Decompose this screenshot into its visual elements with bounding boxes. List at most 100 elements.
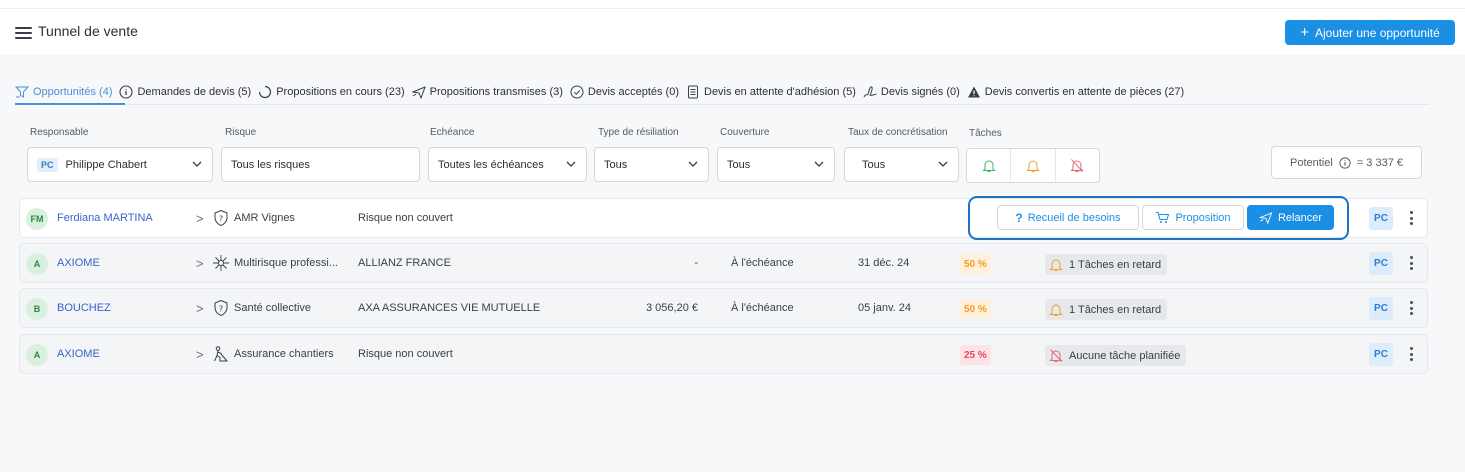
recueil-besoins-button[interactable]: ? Recueil de besoins (997, 205, 1139, 230)
amount-value: 3 056,20 € (646, 302, 698, 314)
avatar: A (26, 344, 48, 366)
tab-label: Demandes de devis (5) (137, 86, 252, 98)
tab-label: Devis signés (0) (880, 86, 960, 98)
tasks-filter-green[interactable] (967, 149, 1012, 182)
info-circle-icon (119, 85, 134, 99)
bell-orange-icon (1049, 259, 1063, 271)
term-value: À l'échéance (731, 257, 794, 269)
signature-icon (863, 86, 877, 98)
filter-label-risque: Risque (225, 127, 257, 138)
taux-value: Tous (862, 158, 886, 171)
chevron-right-icon[interactable]: > (196, 335, 204, 373)
resiliation-value: Tous (604, 158, 628, 171)
avatar: A (26, 253, 48, 275)
tab-opportunites[interactable]: Opportunités (4) (15, 85, 112, 99)
proposition-button[interactable]: Proposition (1142, 205, 1244, 230)
owner-badge: PC (1369, 252, 1393, 275)
svg-text:?: ? (219, 215, 223, 224)
date-value: 31 déc. 24 (858, 257, 910, 269)
cart-icon (1156, 212, 1170, 223)
info-circle-icon[interactable] (1339, 156, 1351, 169)
table-row[interactable]: A AXIOME > Multirisque professi... ALLIA… (19, 243, 1428, 283)
owner-badge: PC (1369, 207, 1393, 230)
more-options-icon[interactable] (1405, 244, 1417, 282)
add-opportunity-button[interactable]: + Ajouter une opportunité (1285, 20, 1455, 45)
svg-text:?: ? (219, 305, 223, 314)
insurer-name: ALLIANZ FRANCE (358, 257, 451, 269)
tab-label: Opportunités (4) (33, 86, 113, 98)
client-name-link[interactable]: AXIOME (57, 335, 100, 373)
chevron-down-icon (688, 161, 698, 167)
resiliation-select[interactable]: Tous (594, 147, 709, 182)
chevron-down-icon (566, 161, 576, 167)
chevron-right-icon[interactable]: > (196, 244, 204, 282)
tasks-filter-group (966, 148, 1100, 183)
filter-label-taux: Taux de concrétisation (848, 127, 948, 138)
filter-label-resiliation: Type de résiliation (598, 127, 679, 138)
tab-devis-attente-adhesion[interactable]: Devis en attente d'adhésion (5) (686, 85, 856, 99)
insurer-name: Risque non couvert (358, 348, 453, 360)
relancer-button[interactable]: Relancer (1247, 205, 1334, 230)
tab-label: Devis acceptés (0) (587, 86, 679, 98)
spinner-icon (259, 85, 272, 99)
tab-devis-convertis[interactable]: Devis convertis en attente de pièces (27… (967, 85, 1184, 99)
task-status-badge[interactable]: Aucune tâche planifiée (1045, 345, 1187, 366)
chevron-right-icon[interactable]: > (196, 199, 204, 237)
add-opportunity-label: Ajouter une opportunité (1315, 25, 1440, 40)
tasks-filter-orange[interactable] (1011, 149, 1056, 182)
task-status-badge[interactable]: 1 Tâches en retard (1045, 254, 1168, 275)
status-tabs: Opportunités (4) Demandes de devis (5) P… (15, 82, 1191, 102)
send-icon (1258, 212, 1273, 224)
tasks-filter-none[interactable] (1056, 149, 1099, 182)
more-options-icon[interactable] (1405, 335, 1417, 373)
couverture-select[interactable]: Tous (717, 147, 835, 182)
chevron-right-icon[interactable]: > (196, 289, 204, 327)
hamburger-menu-icon[interactable] (15, 27, 32, 39)
construction-worker-icon (212, 335, 230, 373)
tab-propositions-transmises[interactable]: Propositions transmises (3) (411, 85, 563, 99)
send-icon (411, 86, 426, 99)
insurer-name: Risque non couvert (358, 212, 453, 224)
taux-select[interactable]: Tous (844, 147, 959, 182)
term-value: À l'échéance (731, 302, 794, 314)
client-name-link[interactable]: BOUCHEZ (57, 289, 111, 327)
echeance-select[interactable]: Toutes les échéances (428, 147, 587, 182)
avatar: B (26, 298, 48, 320)
potentiel-value: = 3 337 € (1356, 156, 1403, 169)
owner-badge: PC (1369, 343, 1393, 366)
more-options-icon[interactable] (1405, 199, 1417, 237)
potentiel-label: Potentiel (1290, 156, 1333, 169)
task-status-badge[interactable]: 1 Tâches en retard (1045, 299, 1168, 320)
conversion-rate-badge: 50 % (960, 254, 991, 274)
tab-label: Devis convertis en attente de pièces (27… (984, 86, 1185, 98)
document-icon (688, 85, 698, 99)
table-row[interactable]: A AXIOME > Assurance chantiers Risque no… (19, 334, 1428, 374)
tab-propositions-en-cours[interactable]: Propositions en cours (23) (258, 85, 405, 99)
risque-input[interactable]: Tous les risques (221, 147, 420, 182)
product-name: Multirisque professi... (234, 257, 338, 269)
client-name-link[interactable]: AXIOME (57, 244, 100, 282)
tab-devis-acceptes[interactable]: Devis acceptés (0) (570, 85, 679, 99)
window-top-strip (0, 0, 1465, 9)
page-header: Tunnel de vente + Ajouter une opportunit… (0, 9, 1465, 55)
table-row[interactable]: B BOUCHEZ > ? Santé collective AXA ASSUR… (19, 288, 1428, 328)
product-name: AMR Vignes (234, 212, 295, 224)
potentiel-summary: Potentiel = 3 337 € (1271, 146, 1422, 179)
more-options-icon[interactable] (1405, 289, 1417, 327)
client-name-link[interactable]: Ferdiana MARTINA (57, 199, 153, 237)
plus-icon: + (1300, 24, 1309, 41)
chevron-down-icon (938, 161, 948, 167)
bell-off-icon (1049, 349, 1063, 362)
tab-label: Propositions transmises (3) (429, 86, 563, 98)
insurer-name: AXA ASSURANCES VIE MUTUELLE (358, 302, 541, 314)
bell-green-icon (981, 160, 996, 172)
risque-value: Tous les risques (231, 158, 310, 171)
tab-demandes-devis[interactable]: Demandes de devis (5) (119, 85, 251, 99)
task-status-label: 1 Tâches en retard (1069, 258, 1162, 271)
tab-label: Propositions en cours (23) (276, 86, 405, 98)
responsable-initials: PC (37, 157, 58, 172)
bell-orange-icon (1026, 160, 1040, 172)
shield-question-icon: ? (212, 199, 230, 237)
responsable-select[interactable]: PC Philippe Chabert (27, 147, 213, 182)
tab-devis-signes[interactable]: Devis signés (0) (863, 85, 960, 99)
